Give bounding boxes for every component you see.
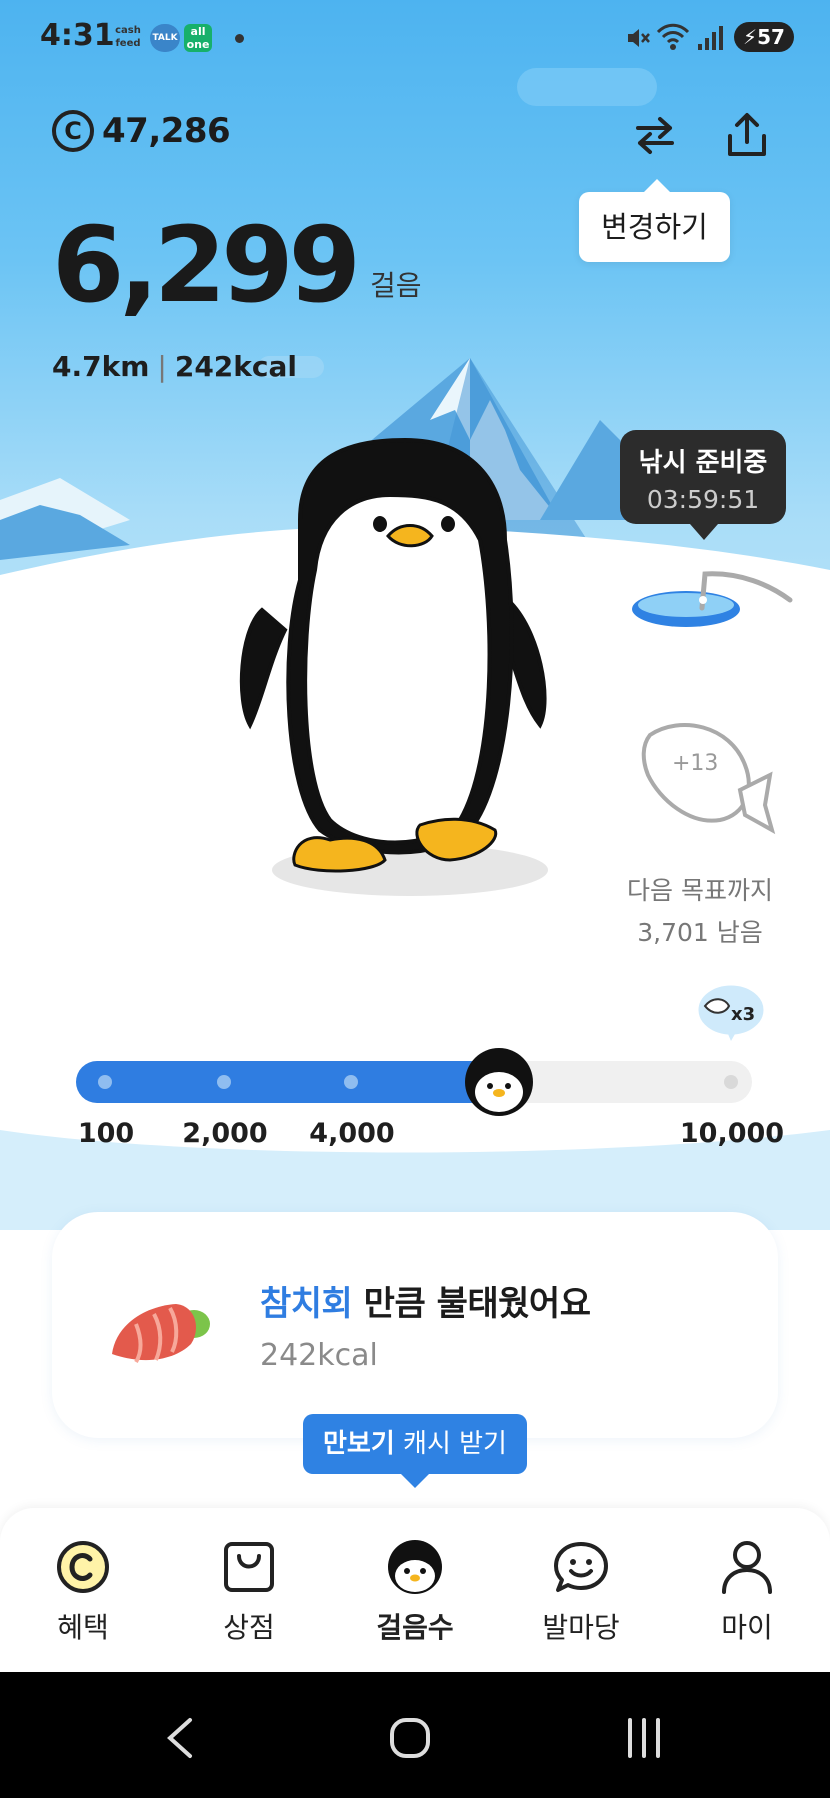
kakaotalk-notification-icon: TALK <box>150 24 180 52</box>
svg-text:+13: +13 <box>672 751 718 776</box>
penguin-icon <box>388 1540 442 1594</box>
cashfeed-notification-icon: cash feed <box>115 25 141 49</box>
wifi-icon <box>656 23 690 50</box>
fishing-title: 낚시 준비중 <box>638 448 768 478</box>
nav-label-benefits: 혜택 <box>57 1611 109 1644</box>
allone-notification-icon: all one <box>184 24 212 52</box>
person-icon <box>722 1541 772 1594</box>
divider: | <box>157 350 167 383</box>
mute-icon <box>628 29 650 47</box>
calorie-burn-title-rest: 만큼 불태웠어요 <box>352 1284 591 1324</box>
penguin-progress-knob <box>464 1048 533 1116</box>
recents-icon[interactable] <box>622 1716 666 1760</box>
back-icon[interactable] <box>160 1716 200 1760</box>
distance-value: 4.7km <box>52 350 150 383</box>
milestone-dot-100 <box>98 1075 112 1089</box>
nav-item-my[interactable]: 마이 <box>664 1508 830 1672</box>
coin-icon: C <box>52 110 94 152</box>
next-goal-label: 다음 목표까지 <box>627 876 773 905</box>
nav-label-shop: 상점 <box>223 1611 275 1644</box>
snow-landscape: +13 <box>0 68 830 1230</box>
nav-item-community[interactable]: 발마당 <box>498 1508 664 1672</box>
coin-balance[interactable]: C 47,286 <box>52 106 231 156</box>
fishing-timer: 03:59:51 <box>646 485 760 514</box>
svg-text:x3: x3 <box>731 1004 755 1025</box>
milestone-label-100: 100 <box>77 1118 135 1149</box>
calorie-value: 242kcal <box>174 350 298 383</box>
change-tooltip[interactable]: 변경하기 <box>579 179 730 262</box>
next-goal-remaining: 3,701 남음 <box>637 918 763 947</box>
calorie-burn-card[interactable]: 참치회 만큼 불태웠어요 242kcal <box>52 1212 778 1438</box>
nav-item-shop[interactable]: 상점 <box>166 1508 332 1672</box>
tuna-sashimi-icon <box>112 1304 210 1364</box>
milestone-label-4000: 4,000 <box>309 1118 395 1149</box>
nav-item-benefits[interactable]: 혜택 <box>0 1508 166 1672</box>
fish-x3-bonus-icon[interactable]: x3 <box>695 982 767 1042</box>
system-navigation-bar <box>0 1672 830 1798</box>
nav-label-steps: 걸음수 <box>376 1611 454 1644</box>
milestone-label-2000: 2,000 <box>182 1118 268 1149</box>
nav-item-steps[interactable]: 걸음수 <box>332 1508 498 1672</box>
shopping-bag-icon <box>224 1542 274 1592</box>
step-progress-bar <box>76 1061 752 1103</box>
chat-smile-icon <box>554 1542 608 1592</box>
battery-indicator: ⚡57 <box>734 22 794 52</box>
pedometer-cash-button[interactable]: 만보기 캐시 받기 <box>303 1414 527 1488</box>
signal-icon <box>698 26 723 50</box>
notification-dot <box>235 34 244 43</box>
swap-icon[interactable] <box>630 110 680 160</box>
milestone-dot-2000 <box>217 1075 231 1089</box>
step-unit: 걸음 <box>369 269 422 302</box>
cash-button-bold: 만보기 <box>323 1429 395 1459</box>
distance-calories-row: 4.7km | 242kcal <box>52 350 297 383</box>
status-bar: 4:31 cash feed TALK all one ⚡57 <box>0 0 830 76</box>
nav-label-community: 발마당 <box>542 1611 620 1644</box>
coin-icon <box>57 1541 109 1593</box>
share-icon[interactable] <box>722 110 772 160</box>
calorie-burn-title: 참치회 만큼 불태웠어요 <box>260 1276 591 1325</box>
status-time: 4:31 <box>40 18 115 53</box>
step-count: 6,299 <box>52 204 361 326</box>
food-name: 참치회 <box>260 1284 353 1324</box>
milestone-dot-4000 <box>344 1075 358 1089</box>
bottom-navigation: 혜택 상점 걸음수 발마당 마이 <box>0 1508 830 1672</box>
next-goal-text: 다음 목표까지 3,701 남음 <box>600 870 800 954</box>
home-icon[interactable] <box>388 1716 432 1760</box>
progress-fill <box>76 1061 504 1103</box>
milestone-label-10000: 10,000 <box>679 1118 785 1149</box>
fishing-status-bubble[interactable]: 낚시 준비중 03:59:51 <box>620 430 786 540</box>
step-counter: 6,299 걸음 <box>52 210 422 320</box>
coin-amount: 47,286 <box>102 111 231 151</box>
nav-label-my: 마이 <box>721 1611 773 1644</box>
milestone-dot-10000 <box>724 1075 738 1089</box>
cash-button-rest: 캐시 받기 <box>394 1429 507 1459</box>
calorie-burn-amount: 242kcal <box>260 1338 378 1373</box>
